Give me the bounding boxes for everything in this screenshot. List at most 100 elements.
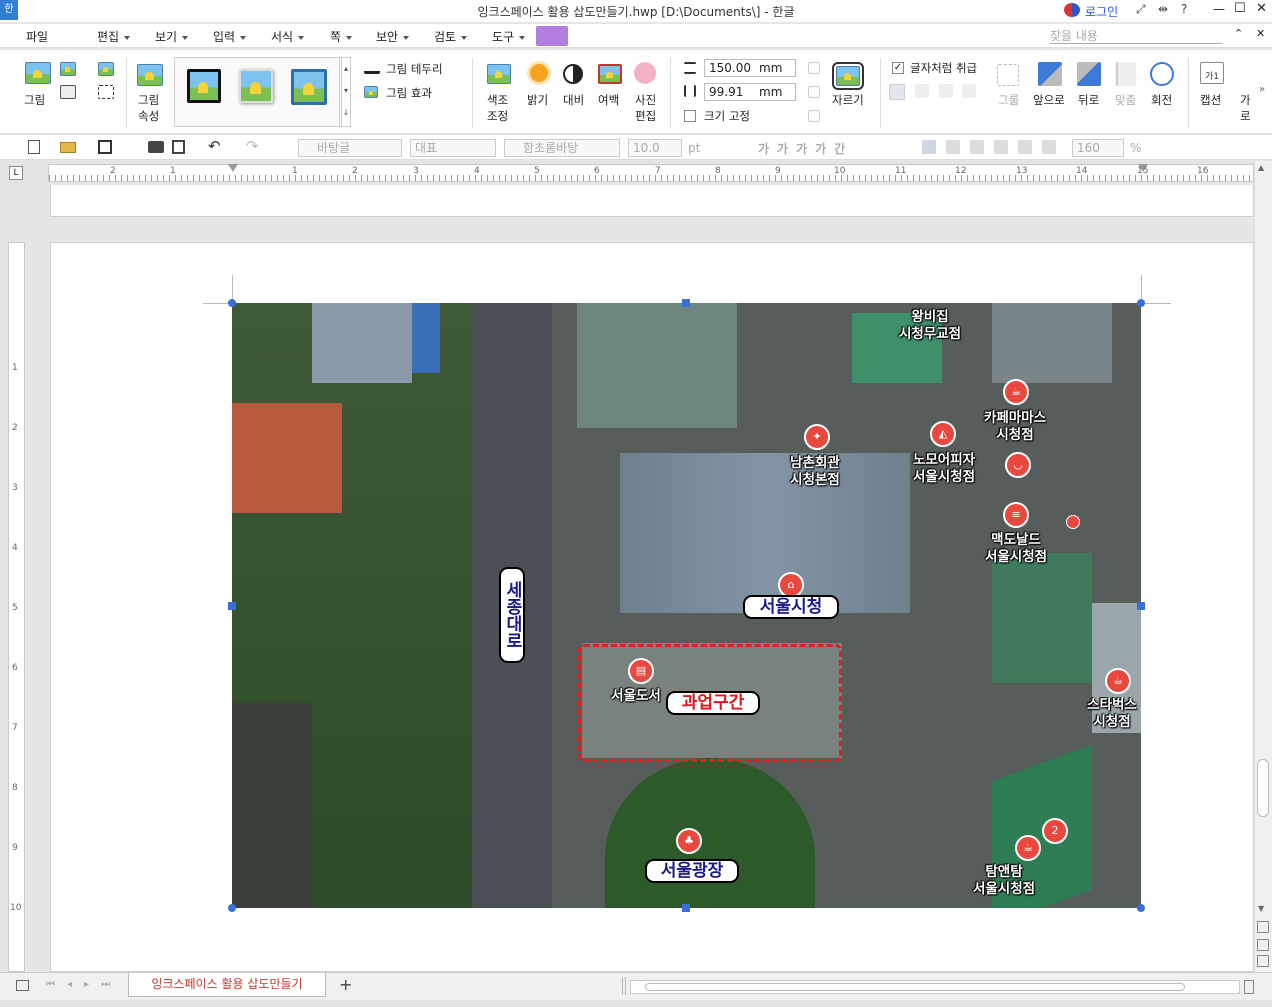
wrap-square-icon[interactable]: [889, 84, 905, 100]
color-adjust-icon[interactable]: [487, 64, 511, 84]
keep-size-checkbox[interactable]: [684, 110, 696, 122]
resize-handle-ne[interactable]: [1137, 299, 1145, 307]
crop-icon[interactable]: [832, 62, 864, 90]
resize-handle-se[interactable]: [1137, 904, 1145, 912]
margin-icon[interactable]: [598, 64, 622, 84]
gallery-scroll[interactable]: ▴ ▾ ↓: [341, 57, 351, 127]
style-thumb-2[interactable]: [239, 69, 273, 103]
style-select[interactable]: 바탕글: [298, 139, 402, 157]
more-label[interactable]: 가로: [1240, 92, 1251, 124]
resize-handle-nw[interactable]: [228, 299, 236, 307]
maximize-button[interactable]: ☐: [1234, 1, 1246, 16]
page-select-icon[interactable]: [1257, 939, 1269, 951]
style-thumb-1[interactable]: [187, 69, 221, 103]
paragraph-align-buttons[interactable]: [946, 140, 1062, 154]
tab-type-icon[interactable]: L: [9, 166, 23, 180]
horizontal-scrollbar[interactable]: [630, 980, 1240, 994]
menu-edit[interactable]: 편집: [97, 28, 131, 45]
send-back-icon[interactable]: [1077, 62, 1101, 86]
contrast-label[interactable]: 대비: [563, 92, 584, 108]
group-label[interactable]: 그룹: [998, 92, 1019, 108]
font-size-field[interactable]: 10.0: [628, 139, 682, 157]
profile-icon[interactable]: [1064, 3, 1080, 17]
menu-insert[interactable]: 입력: [213, 28, 247, 45]
category-select[interactable]: 대표: [410, 139, 496, 157]
print-icon[interactable]: [148, 141, 164, 153]
replace-picture-icon[interactable]: [60, 62, 76, 76]
save-picture-icon[interactable]: [60, 85, 76, 99]
login-link[interactable]: 로그인: [1085, 3, 1118, 20]
group-icon[interactable]: [997, 64, 1019, 86]
brightness-icon[interactable]: [530, 64, 548, 82]
align-justify-icon[interactable]: [922, 140, 936, 154]
new-document-icon[interactable]: [28, 140, 40, 154]
menu-page[interactable]: 쪽: [330, 28, 353, 45]
page-down-icon[interactable]: [1257, 955, 1269, 967]
close-button[interactable]: ✕: [1256, 1, 1267, 16]
margin-label[interactable]: 여백: [598, 92, 619, 108]
comment-icon[interactable]: [16, 980, 29, 991]
font-select[interactable]: 함초롬바탕: [504, 139, 620, 157]
menu-tools[interactable]: 도구: [492, 28, 526, 45]
photo-edit-icon[interactable]: [634, 62, 656, 84]
brightness-label[interactable]: 밝기: [527, 92, 548, 108]
chevron-up-icon[interactable]: ⌃: [1234, 27, 1243, 40]
line-spacing-field[interactable]: 160: [1072, 139, 1124, 157]
vertical-scrollbar[interactable]: ▲ ▼: [1254, 161, 1272, 972]
resize-handle-sw[interactable]: [228, 904, 236, 912]
height-field[interactable]: 99.91 mm: [704, 83, 796, 101]
resize-handle-s[interactable]: [682, 904, 690, 912]
contrast-icon[interactable]: [563, 64, 583, 84]
split-icon[interactable]: ⇹: [1158, 2, 1168, 16]
previous-page[interactable]: [50, 185, 1254, 217]
resize-handle-w[interactable]: [228, 602, 236, 610]
picture-properties-label[interactable]: 그림 속성: [138, 92, 159, 124]
scroll-down-icon[interactable]: ▼: [1258, 904, 1264, 913]
add-tab-button[interactable]: +: [339, 975, 352, 994]
picture-tab-icon[interactable]: [536, 26, 568, 46]
wrap-topbottom-icon[interactable]: [915, 84, 929, 98]
send-back-label[interactable]: 뒤로: [1078, 92, 1099, 108]
preview-icon[interactable]: [172, 140, 185, 154]
rotate-label[interactable]: 회전: [1151, 92, 1172, 108]
splitter[interactable]: [622, 977, 626, 995]
scroll-up-icon[interactable]: ▲: [1258, 163, 1264, 172]
menu-format[interactable]: 서식: [271, 28, 305, 45]
document-tab[interactable]: 잉크스페이스 활용 삽도만들기: [128, 973, 326, 997]
indent-marker[interactable]: [228, 164, 238, 184]
select-area-icon[interactable]: [98, 85, 114, 99]
caption-icon[interactable]: 가1: [1200, 62, 1224, 84]
page-nav-icons[interactable]: ⏮◂▸⏭: [46, 979, 122, 990]
wrap-front-icon[interactable]: [962, 84, 976, 98]
bring-front-icon[interactable]: [1038, 62, 1062, 86]
resize-handle-e[interactable]: [1137, 602, 1145, 610]
fullscreen-icon[interactable]: ⤢: [1136, 2, 1146, 17]
menu-view[interactable]: 보기: [155, 28, 189, 45]
bring-front-label[interactable]: 앞으로: [1033, 92, 1065, 108]
picture-border-button[interactable]: 그림 테두리: [386, 61, 443, 77]
search-input[interactable]: 찾을 내용: [1050, 27, 1222, 44]
resize-handle-n[interactable]: [682, 299, 690, 307]
minimize-button[interactable]: —: [1213, 2, 1225, 16]
horizontal-ruler[interactable]: L 2 1 1 2 3 4 5 6 7 8 9 10 11 12 13 14 1…: [0, 161, 1272, 185]
redo-icon[interactable]: ↷: [246, 137, 259, 155]
photo-edit-label[interactable]: 사진 편집: [635, 92, 656, 124]
reset-picture-icon[interactable]: [98, 62, 114, 76]
align-label[interactable]: 맞춤: [1115, 92, 1136, 108]
wrap-behind-icon[interactable]: [939, 84, 953, 98]
menu-review[interactable]: 검토: [434, 28, 468, 45]
picture-effect-button[interactable]: 그림 효과: [386, 85, 432, 101]
vertical-ruler[interactable]: 1 2 3 4 5 6 7 8 9 10: [8, 242, 25, 972]
scroll-thumb[interactable]: [1257, 759, 1269, 817]
page-up-icon[interactable]: [1257, 921, 1269, 933]
rotate-icon[interactable]: [1150, 62, 1174, 86]
font-style-buttons[interactable]: 가가가가간: [758, 140, 853, 157]
open-folder-icon[interactable]: [60, 142, 76, 153]
ribbon-expand-icon[interactable]: »: [1259, 84, 1265, 95]
menu-security[interactable]: 보안: [376, 28, 410, 45]
scroll-end-icon[interactable]: [1244, 980, 1254, 994]
style-thumb-3[interactable]: [291, 69, 327, 105]
picture-properties-icon[interactable]: [137, 64, 163, 86]
width-field[interactable]: 150.00 mm: [704, 59, 796, 77]
crop-label[interactable]: 자르기: [832, 92, 864, 108]
